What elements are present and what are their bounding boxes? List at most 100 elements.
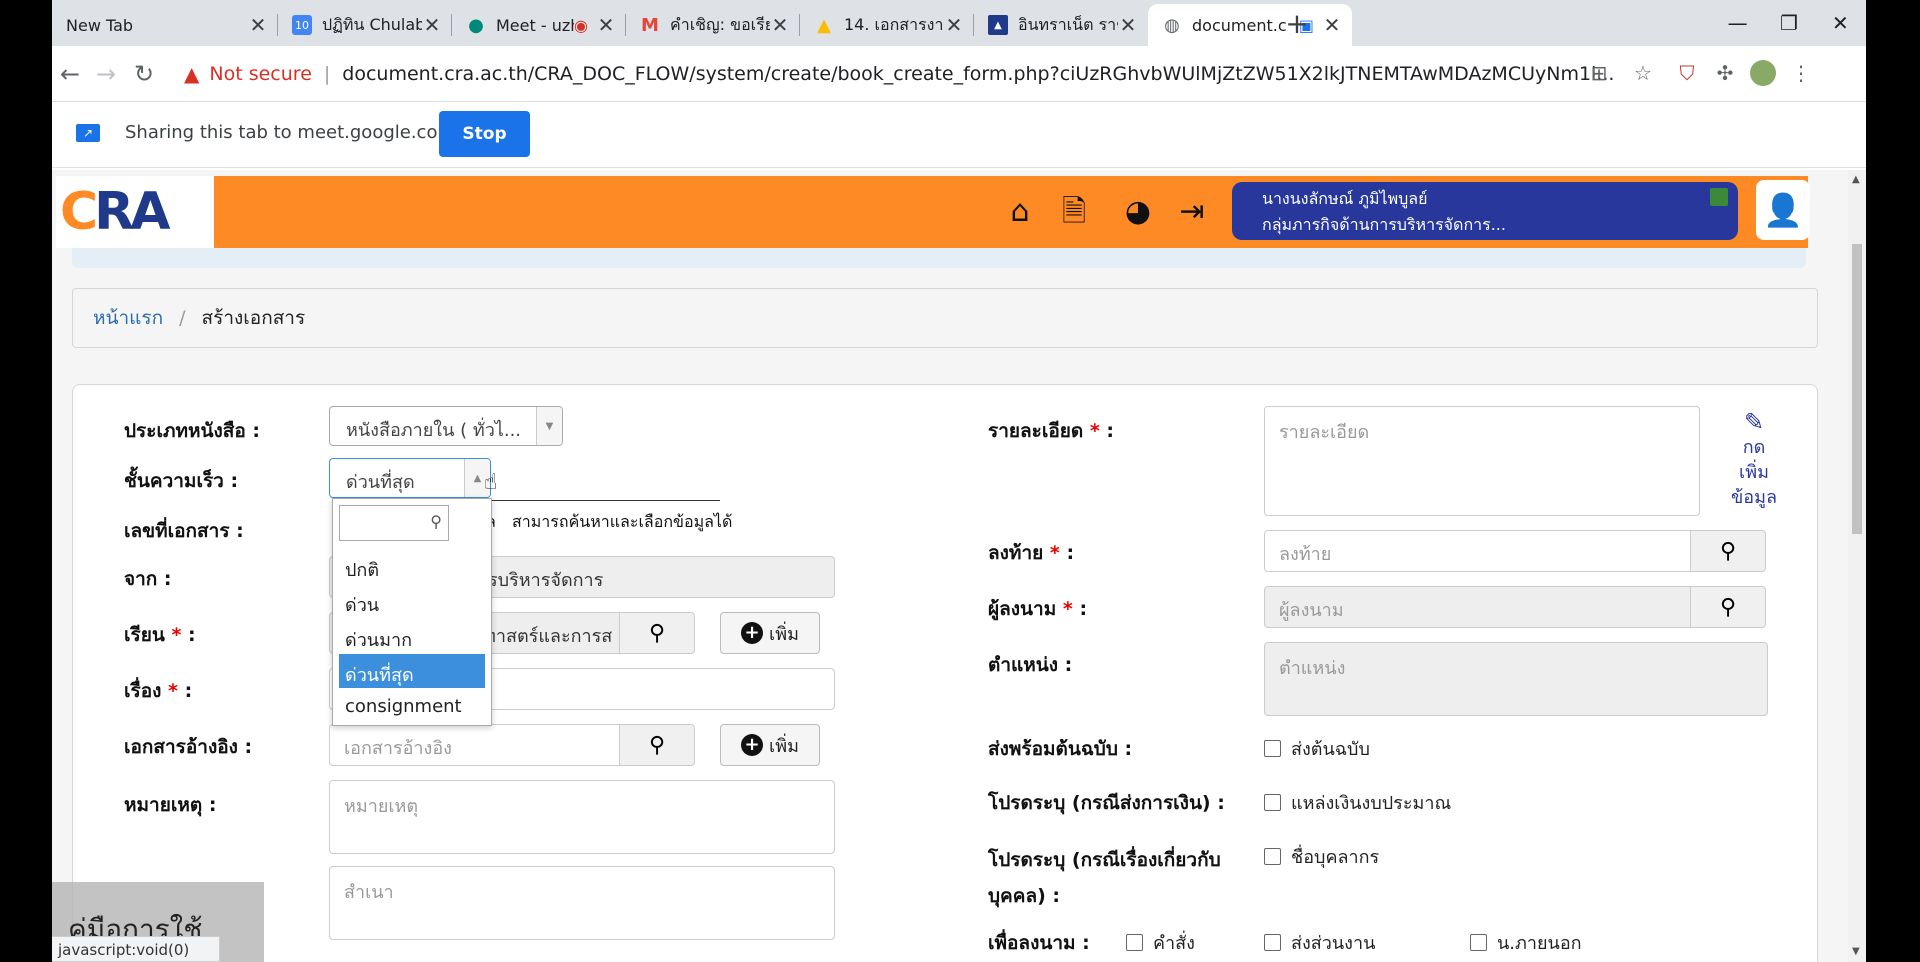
book-type-label: ประเภทหนังสือ : [124,420,261,442]
profile-avatar[interactable] [1750,60,1776,86]
close-icon[interactable]: ✕ [422,13,442,37]
tab-meet[interactable]: ● Meet - uzh- ◉ ✕ [452,4,626,46]
tab-title: อินทราเน็ต ราชวิท [1018,14,1118,34]
to-search-button[interactable]: ⚲ [619,612,695,654]
tab-drive[interactable]: ▲ 14. เอกสารงานสาร ✕ [800,4,974,46]
recording-icon: ◉ [574,15,588,35]
personnel-name-checkbox[interactable]: ชื่อบุคลากร [1264,842,1379,871]
screen-share-icon: ↗ [76,124,100,142]
cra-logo[interactable]: CRA [56,176,214,248]
from-label: จาก : [124,568,172,590]
dropdown-option[interactable]: ด่วนมาก [339,619,485,653]
drive-icon: ▲ [817,14,831,36]
page-scrollbar[interactable]: ▲ ▼ [1848,170,1866,962]
plus-circle-icon: + [741,734,764,756]
reference-search-button[interactable]: ⚲ [619,724,695,766]
translate-icon[interactable]: ⊞ [1586,60,1612,86]
tab-document-active[interactable]: ◍ document.c ▣ ✕ [1148,4,1352,46]
search-icon: ⚲ [1719,538,1737,564]
send-original-checkbox[interactable]: ส่งต้นฉบับ [1264,734,1370,763]
order-checkbox[interactable]: คำสั่ง [1126,928,1195,957]
send-unit-checkbox[interactable]: ส่งส่วนงาน [1264,928,1375,957]
user-status-icon [1710,188,1728,206]
minimize-icon[interactable]: — [1712,0,1763,46]
tab-gmail[interactable]: M คำเชิญ: ขอเรียนเชิ ✕ [626,4,800,46]
search-icon: ⚲ [430,512,442,531]
close-icon[interactable]: ✕ [596,13,616,37]
external-checkbox[interactable]: น.ภายนอก [1470,928,1582,957]
scroll-down-icon[interactable]: ▼ [1852,946,1860,957]
restore-icon[interactable]: ❐ [1763,0,1814,46]
extensions-icon[interactable]: ✣ [1712,60,1738,86]
book-type-select[interactable]: หนังสือภายใน ( ทั่วไ... ▼ [329,406,563,446]
sharing-text: Sharing this tab to meet.google.com [125,122,455,143]
checkbox-icon [1264,934,1281,951]
tab-new-tab[interactable]: New Tab ✕ [52,4,278,46]
dropdown-option-selected[interactable]: ด่วนที่สุด [339,654,485,688]
reference-field[interactable]: เอกสารอ้างอิง [329,724,621,766]
signer-field[interactable]: ผู้ลงนาม [1264,586,1692,628]
note-textarea[interactable]: หมายเหตุ [329,780,835,854]
warning-icon: ▲ [184,62,200,86]
window-controls: — ❐ ✕ [1712,0,1866,46]
doc-no-hint: สามารถค้นหาและเลือกข้อมูลได้ [512,512,733,531]
add-info-link[interactable]: ✎ กด เพิ่ม ข้อมูล [1724,410,1784,510]
new-tab-button[interactable]: + [1280,8,1314,40]
close-icon[interactable]: ✕ [944,13,964,37]
tab-intranet[interactable]: ▲ อินทราเน็ต ราชวิท ✕ [974,4,1148,46]
reference-add-button[interactable]: + เพิ่ม [720,724,820,766]
bookmark-star-icon[interactable]: ☆ [1630,60,1656,86]
stop-sharing-button[interactable]: Stop [439,111,530,157]
budget-source-checkbox[interactable]: แหล่งเงินงบประมาณ [1264,788,1451,817]
scrollbar-thumb[interactable] [1852,244,1862,534]
address-bar[interactable]: ▲ Not secure | document.cra.ac.th/CRA_DO… [162,54,1692,94]
globe-icon: ◍ [1164,14,1180,36]
browser-window: New Tab ✕ 10 ปฏิทิน Chulabhor ✕ ● Meet -… [52,0,1866,962]
detail-textarea[interactable]: รายละเอียด [1264,406,1700,516]
for-sign-label: เพื่อลงนาม : [988,932,1090,954]
sign-end-field[interactable]: ลงท้าย [1264,530,1692,572]
position-textarea[interactable]: ตำแหน่ง [1264,642,1768,716]
breadcrumb-home[interactable]: หน้าแรก [93,303,163,333]
home-icon[interactable]: ⌂ [1002,194,1038,230]
close-icon[interactable]: ✕ [770,13,790,37]
mcafee-icon[interactable]: ⛉ [1674,60,1700,86]
avatar[interactable]: 👤 [1756,180,1810,240]
signer-search-button[interactable]: ⚲ [1690,586,1766,628]
copy-textarea[interactable]: สำเนา [329,866,835,940]
breadcrumb-current: สร้างเอกสาร [201,307,306,329]
plus-circle-icon: + [741,622,764,644]
logout-icon[interactable]: ⇥ [1174,194,1210,230]
more-menu-icon[interactable]: ⋮ [1788,60,1814,86]
position-label: ตำแหน่ง : [988,654,1073,676]
close-icon[interactable]: ✕ [1118,13,1138,37]
checkbox-icon [1470,934,1487,951]
signer-label: ผู้ลงนาม * : [988,598,1088,620]
scroll-up-icon[interactable]: ▲ [1852,174,1860,185]
sign-end-search-button[interactable]: ⚲ [1690,530,1766,572]
back-icon[interactable]: ← [56,60,84,88]
reload-icon[interactable]: ↻ [130,60,158,88]
urgency-label: ชั้นความเร็ว : [124,470,239,492]
person-label: โปรดระบุ (กรณีเรื่องเกี่ยวกับ บุคคล) : [988,849,1221,907]
globe-icon[interactable]: ◕ [1120,194,1156,230]
dropdown-option[interactable]: consignment [339,690,485,724]
checkbox-icon [1126,934,1143,951]
to-add-button[interactable]: + เพิ่ม [720,612,820,654]
close-icon[interactable]: ✕ [248,13,268,37]
user-info[interactable]: นางนงลักษณ์ ภูมิไพบูลย์ กลุ่มภารกิจด้านก… [1232,182,1738,240]
dropdown-search-input[interactable]: ⚲ [339,505,449,541]
new-document-icon[interactable]: 🗎 [1056,194,1092,230]
close-window-icon[interactable]: ✕ [1815,0,1866,46]
dropdown-option[interactable]: ด่วน [339,584,485,618]
tab-title: คำเชิญ: ขอเรียนเชิ [670,14,770,34]
urgency-select[interactable]: ด่วนที่สุด ▲ [329,458,491,498]
close-icon[interactable]: ✕ [1322,13,1342,37]
checkbox-icon [1264,848,1281,865]
status-bar-url: javascript:void(0) [52,936,220,962]
forward-icon[interactable]: → [92,60,120,88]
tab-calendar[interactable]: 10 ปฏิทิน Chulabhor ✕ [278,4,452,46]
url-text: document.cra.ac.th/CRA_DOC_FLOW/system/c… [342,63,1615,85]
edit-icon: ✎ [1743,408,1765,436]
dropdown-option[interactable]: ปกติ [339,549,485,583]
